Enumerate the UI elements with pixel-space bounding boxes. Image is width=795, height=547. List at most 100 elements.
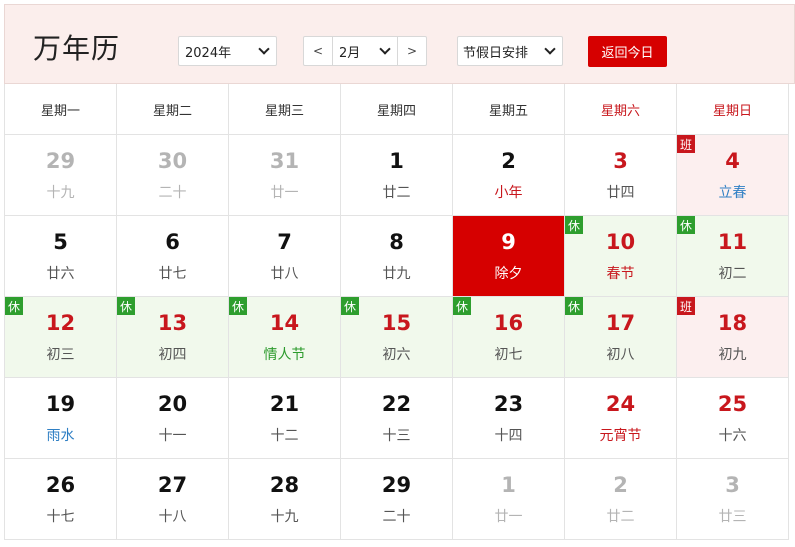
lunar-label: 小年 (494, 185, 523, 201)
day-number: 23 (493, 392, 524, 416)
lunar-label: 廿七 (158, 266, 187, 282)
lunar-label: 廿三 (718, 509, 747, 525)
weekday-header: 星期一 星期二 星期三 星期四 星期五 星期六 星期日 (4, 84, 791, 135)
weekday-label: 星期三 (229, 84, 341, 135)
lunar-label: 初七 (494, 347, 523, 363)
day-cell[interactable]: 休 16 初七 (453, 297, 565, 378)
day-cell[interactable]: 休 17 初八 (565, 297, 677, 378)
day-number: 14 (269, 311, 300, 335)
day-number: 20 (157, 392, 188, 416)
lunar-label: 廿二 (606, 509, 635, 525)
weekday-label: 星期一 (5, 84, 117, 135)
lunar-label: 除夕 (494, 266, 523, 282)
lunar-label: 十九 (46, 185, 75, 201)
day-number: 8 (389, 230, 404, 254)
year-value: 2024年 (185, 45, 232, 61)
lunar-label: 十一 (158, 428, 187, 444)
lunar-label: 廿二 (382, 185, 411, 201)
day-number: 2 (501, 149, 516, 173)
day-cell[interactable]: 1 廿一 (453, 459, 565, 540)
day-cell[interactable]: 19 雨水 (5, 378, 117, 459)
weekday-label: 星期六 (565, 84, 677, 135)
next-month-button[interactable]: > (398, 37, 426, 65)
day-cell[interactable]: 7 廿八 (229, 216, 341, 297)
day-cell[interactable]: 休 12 初三 (5, 297, 117, 378)
day-cell[interactable]: 3 廿三 (677, 459, 789, 540)
day-cell[interactable]: 休 15 初六 (341, 297, 453, 378)
month-selector: < 2月 > (303, 36, 427, 66)
day-cell[interactable]: 6 廿七 (117, 216, 229, 297)
day-cell[interactable]: 26 十七 (5, 459, 117, 540)
page-title: 万年历 (33, 32, 121, 65)
lunar-label: 十二 (270, 428, 299, 444)
day-number: 13 (157, 311, 188, 335)
day-number: 17 (605, 311, 636, 335)
weekday-label: 星期四 (341, 84, 453, 135)
chevron-down-icon (379, 43, 391, 55)
prev-month-button[interactable]: < (304, 37, 332, 65)
day-cell[interactable]: 29 十九 (5, 135, 117, 216)
day-number: 28 (269, 473, 300, 497)
day-number: 4 (725, 149, 740, 173)
day-cell[interactable]: 休 10 春节 (565, 216, 677, 297)
holiday-value: 节假日安排 (463, 45, 529, 61)
day-cell[interactable]: 24 元宵节 (565, 378, 677, 459)
day-number: 18 (717, 311, 748, 335)
day-cell[interactable]: 1 廿二 (341, 135, 453, 216)
day-cell[interactable]: 休 14 情人节 (229, 297, 341, 378)
lunar-label: 廿四 (606, 185, 635, 201)
day-cell[interactable]: 27 十八 (117, 459, 229, 540)
day-cell[interactable]: 5 廿六 (5, 216, 117, 297)
day-number: 10 (605, 230, 636, 254)
day-cell[interactable]: 29 二十 (341, 459, 453, 540)
day-number: 21 (269, 392, 300, 416)
day-number: 5 (53, 230, 68, 254)
day-cell[interactable]: 20 十一 (117, 378, 229, 459)
day-cell[interactable]: 班 4 立春 (677, 135, 789, 216)
day-number: 27 (157, 473, 188, 497)
day-number: 12 (45, 311, 76, 335)
calendar-grid: 29 十九 30 二十 31 廿一 1 廿二 2 小年 3 廿四班 4 立春 5 廿六 6 廿七 7 廿八 8 廿九 9 除夕… (4, 135, 791, 540)
lunar-label: 情人节 (263, 347, 306, 363)
day-number: 29 (381, 473, 412, 497)
chevron-down-icon (544, 43, 556, 55)
year-select[interactable]: 2024年 (178, 36, 277, 66)
day-cell[interactable]: 22 十三 (341, 378, 453, 459)
day-cell[interactable]: 休 13 初四 (117, 297, 229, 378)
day-cell[interactable]: 3 廿四 (565, 135, 677, 216)
month-value: 2月 (339, 45, 361, 61)
day-cell[interactable]: 2 小年 (453, 135, 565, 216)
day-number: 11 (717, 230, 748, 254)
day-number: 25 (717, 392, 748, 416)
day-cell[interactable]: 2 廿二 (565, 459, 677, 540)
lunar-label: 廿九 (382, 266, 411, 282)
holiday-select[interactable]: 节假日安排 (457, 36, 563, 66)
day-cell[interactable]: 28 十九 (229, 459, 341, 540)
day-cell[interactable]: 休 11 初二 (677, 216, 789, 297)
day-number: 15 (381, 311, 412, 335)
month-select[interactable]: 2月 (332, 37, 398, 65)
day-cell[interactable]: 25 十六 (677, 378, 789, 459)
day-number: 6 (165, 230, 180, 254)
lunar-label: 十六 (718, 428, 747, 444)
back-to-today-button[interactable]: 返回今日 (588, 36, 667, 67)
weekday-label: 星期二 (117, 84, 229, 135)
day-cell[interactable]: 班 18 初九 (677, 297, 789, 378)
day-cell[interactable]: 9 除夕 (453, 216, 565, 297)
lunar-label: 十八 (158, 509, 187, 525)
lunar-label: 二十 (158, 185, 187, 201)
day-cell[interactable]: 31 廿一 (229, 135, 341, 216)
lunar-label: 廿八 (270, 266, 299, 282)
day-cell[interactable]: 21 十二 (229, 378, 341, 459)
lunar-label: 立春 (718, 185, 747, 201)
day-cell[interactable]: 8 廿九 (341, 216, 453, 297)
lunar-label: 十九 (270, 509, 299, 525)
lunar-label: 初八 (606, 347, 635, 363)
day-number: 29 (45, 149, 76, 173)
day-cell[interactable]: 23 十四 (453, 378, 565, 459)
day-number: 19 (45, 392, 76, 416)
lunar-label: 元宵节 (599, 428, 642, 444)
day-cell[interactable]: 30 二十 (117, 135, 229, 216)
day-number: 1 (501, 473, 516, 497)
day-number: 3 (725, 473, 740, 497)
